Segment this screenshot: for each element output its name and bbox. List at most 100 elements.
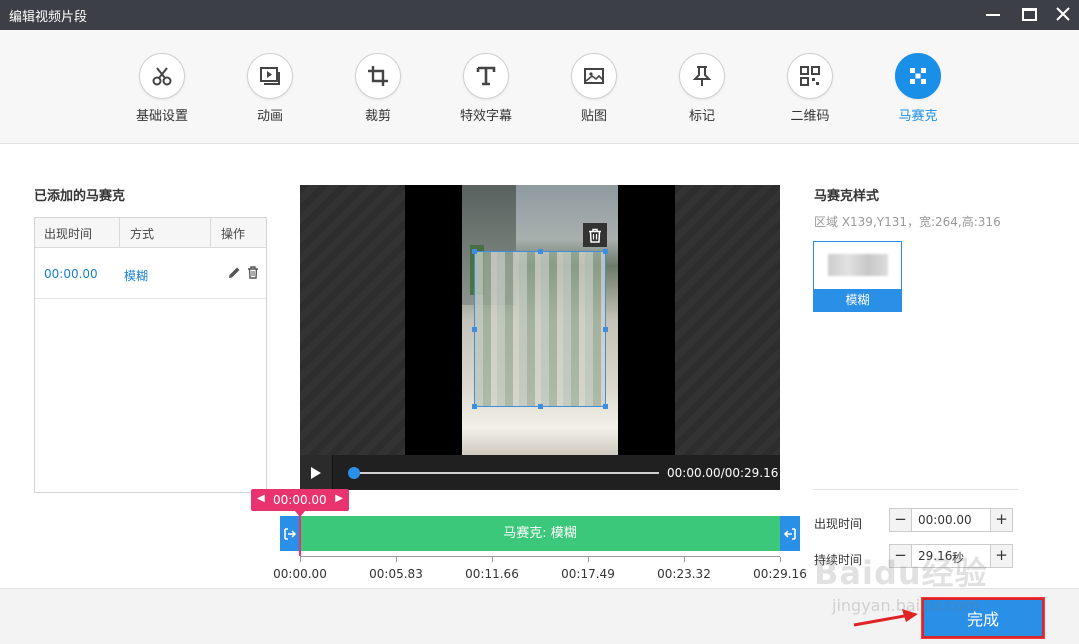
mosaic-list-table: 出现时间 方式 操作 00:00.00 模糊 xyxy=(34,217,267,493)
tool-label: 二维码 xyxy=(790,109,830,124)
ruler-tick xyxy=(491,557,493,562)
added-mosaic-title: 已添加的马赛克 xyxy=(34,189,126,204)
timeline-ruler xyxy=(300,556,780,557)
tool-crop[interactable]: 裁剪 xyxy=(333,53,423,124)
tool-qrcode[interactable]: 二维码 xyxy=(765,53,855,124)
playhead[interactable] xyxy=(299,511,301,556)
resize-handle[interactable] xyxy=(472,249,477,254)
letterbox-left xyxy=(300,185,405,455)
play-button[interactable] xyxy=(300,455,333,490)
table-row[interactable]: 00:00.00 模糊 xyxy=(35,249,266,299)
mosaic-region[interactable] xyxy=(472,249,608,409)
decrement-button[interactable]: − xyxy=(890,509,912,531)
ruler-tick xyxy=(779,557,781,562)
play-icon xyxy=(311,466,321,479)
tool-label: 基础设置 xyxy=(135,109,188,124)
tool-label: 贴图 xyxy=(580,109,607,124)
delete-region-button[interactable] xyxy=(583,223,607,247)
current-time-tag[interactable]: ◀ 00:00.00 ▶ xyxy=(251,489,349,511)
edit-icon[interactable] xyxy=(228,266,241,282)
mosaic-clip[interactable]: 马赛克: 模糊 xyxy=(300,516,780,551)
video-preview: 00:00.00/00:29.16 xyxy=(300,185,780,490)
player-controls: 00:00.00/00:29.16 xyxy=(300,455,780,490)
crop-icon xyxy=(355,53,401,99)
mosaic-style-title: 马赛克样式 xyxy=(814,189,880,204)
ruler-tick-label: 00:00.00 xyxy=(273,567,327,581)
mosaic-icon xyxy=(895,53,941,99)
appear-time-stepper[interactable]: − 00:00.00 + xyxy=(889,508,1013,532)
style-label: 模糊 xyxy=(814,289,901,311)
title-bar: 编辑视频片段 xyxy=(0,0,1079,30)
tool-label: 标记 xyxy=(688,109,715,124)
region-info: 区域 X139,Y131，宽:264,高:316 xyxy=(814,215,1001,229)
delete-icon[interactable] xyxy=(247,266,259,282)
maximize-button[interactable] xyxy=(1012,0,1046,28)
tool-label: 特效字幕 xyxy=(459,109,512,124)
tool-mosaic[interactable]: 马赛克 xyxy=(873,53,963,124)
timeline-track: 马赛克: 模糊 xyxy=(280,516,800,551)
qrcode-icon xyxy=(787,53,833,99)
arrow-right-icon[interactable]: ▶ xyxy=(335,493,343,504)
ruler-tick-label: 00:11.66 xyxy=(465,567,519,581)
text-icon xyxy=(463,53,509,99)
resize-handle[interactable] xyxy=(538,249,543,254)
ruler-tick xyxy=(587,557,589,562)
resize-handle[interactable] xyxy=(603,327,608,332)
style-option-blur[interactable]: 模糊 xyxy=(813,241,902,312)
minimize-button[interactable] xyxy=(976,0,1010,28)
increment-button[interactable]: + xyxy=(990,545,1012,567)
film-play-icon xyxy=(247,53,293,99)
tool-label: 马赛克 xyxy=(898,109,938,124)
tool-basic-settings[interactable]: 基础设置 xyxy=(117,53,207,124)
appear-time-value[interactable]: 00:00.00 xyxy=(918,513,972,527)
tool-animation[interactable]: 动画 xyxy=(225,53,315,124)
bracket-in-icon xyxy=(284,527,296,540)
ruler-tick xyxy=(395,557,397,562)
seek-bar[interactable] xyxy=(348,467,659,479)
tool-label: 动画 xyxy=(256,109,283,124)
row-mode[interactable]: 模糊 xyxy=(124,267,148,284)
seek-knob[interactable] xyxy=(348,467,360,479)
feature-toolbar: 基础设置 动画 裁剪 特效字幕 贴图 标记 二维码 马赛克 xyxy=(0,30,1079,144)
watermark-url: jingyan.baidu.com xyxy=(832,596,980,615)
column-header: 出现时间 xyxy=(44,227,93,241)
ruler-tick xyxy=(683,557,685,562)
window-title: 编辑视频片段 xyxy=(9,10,88,25)
trash-icon xyxy=(589,228,601,243)
pin-icon xyxy=(679,53,725,99)
bracket-out-icon xyxy=(784,527,796,540)
current-time: 00:00.00 xyxy=(273,493,327,507)
resize-handle[interactable] xyxy=(472,404,477,409)
arrow-left-icon[interactable]: ◀ xyxy=(257,493,265,504)
ruler-tick-label: 00:23.32 xyxy=(657,567,711,581)
ruler-tick-label: 00:17.49 xyxy=(561,567,615,581)
ruler-tick-label: 00:29.16 xyxy=(753,567,807,581)
tool-effect-text[interactable]: 特效字幕 xyxy=(441,53,531,124)
scissors-icon xyxy=(139,53,185,99)
watermark-brand: Baidu经验 xyxy=(814,554,988,592)
clip-start-handle[interactable] xyxy=(280,516,300,551)
close-icon xyxy=(1056,7,1070,21)
tool-label: 裁剪 xyxy=(364,109,391,124)
ruler-tick-label: 00:05.83 xyxy=(369,567,423,581)
resize-handle[interactable] xyxy=(472,327,477,332)
increment-button[interactable]: + xyxy=(990,509,1012,531)
tool-marker[interactable]: 标记 xyxy=(657,53,747,124)
column-header: 操作 xyxy=(221,227,246,241)
row-time[interactable]: 00:00.00 xyxy=(44,267,98,281)
letterbox-right xyxy=(675,185,780,455)
divider xyxy=(813,489,1018,490)
clip-end-handle[interactable] xyxy=(780,516,800,551)
appear-time-label: 出现时间 xyxy=(814,517,863,531)
ruler-tick xyxy=(299,557,301,562)
tool-sticker[interactable]: 贴图 xyxy=(549,53,639,124)
resize-handle[interactable] xyxy=(538,404,543,409)
table-header: 出现时间 方式 操作 xyxy=(35,218,266,248)
minimize-icon xyxy=(986,14,1000,16)
close-button[interactable] xyxy=(1046,0,1079,28)
time-readout: 00:00.00/00:29.16 xyxy=(667,466,779,480)
blur-preview xyxy=(828,254,888,276)
image-icon xyxy=(571,53,617,99)
resize-handle[interactable] xyxy=(603,404,608,409)
resize-handle[interactable] xyxy=(603,249,608,254)
